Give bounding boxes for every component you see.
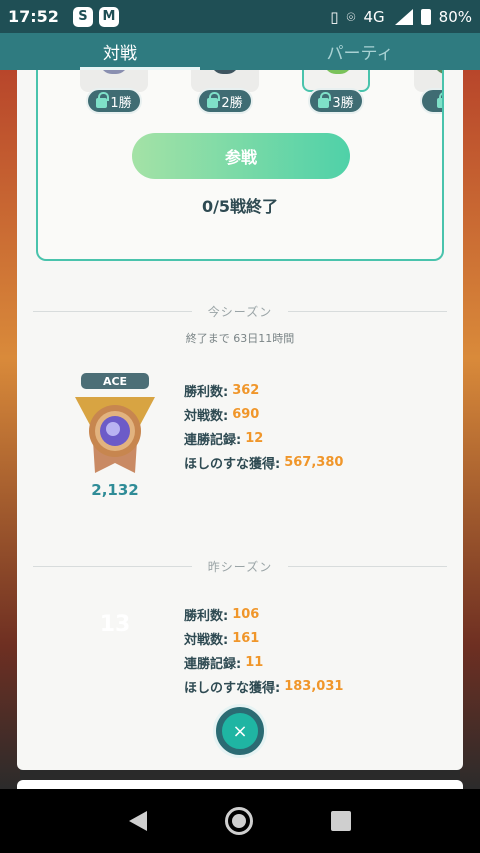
stat-label: ほしのすな獲得: <box>184 680 281 696</box>
clock: 17:52 <box>8 7 59 26</box>
stat-value: 690 <box>232 406 260 422</box>
recent-apps-icon[interactable] <box>331 811 351 831</box>
lock-icon <box>318 92 332 108</box>
location-icon: ⌾ <box>346 7 356 26</box>
current-season-header: 今シーズン <box>33 301 447 321</box>
status-indicators: ▯ ⌾ 4G 80% <box>330 8 472 26</box>
divider <box>288 310 447 312</box>
stat-row: 対戦数: 690 <box>184 402 343 426</box>
close-button[interactable]: × <box>213 704 267 758</box>
system-nav-bar <box>0 789 480 853</box>
last-season-stats: 勝利数: 106 対戦数: 161 連勝記録: 11 ほしのすな獲得: 183,031 <box>184 602 343 698</box>
back-icon[interactable] <box>129 811 147 831</box>
stat-row: 対戦数: 161 <box>184 626 343 650</box>
reward-label: 1勝 <box>110 95 132 111</box>
divider <box>33 310 192 312</box>
stat-value: 12 <box>245 430 264 446</box>
battery-percent: 80% <box>438 7 472 26</box>
stat-label: ほしのすな獲得: <box>184 456 281 472</box>
section-title: 昨シーズン <box>207 559 273 574</box>
current-season-stats: 勝利数: 362 対戦数: 690 連勝記録: 12 ほしのすな獲得: 567,380 <box>184 378 343 474</box>
reward-item[interactable]: 4 <box>408 70 442 116</box>
stat-value: 11 <box>245 654 264 670</box>
rank-tier-badge: ACE <box>81 373 149 389</box>
stat-value: 161 <box>232 630 260 646</box>
stat-label: 対戦数: <box>184 408 229 424</box>
last-season-header: 昨シーズン <box>33 556 447 576</box>
last-rank-number: 13 <box>99 612 131 637</box>
reward-item-selected[interactable]: 3勝 <box>296 70 376 116</box>
tab-bar: 対戦 パーティ <box>0 33 480 70</box>
stat-row: 勝利数: 362 <box>184 378 343 402</box>
stat-label: 勝利数: <box>184 608 229 624</box>
reward-item[interactable]: 1勝 <box>74 70 154 116</box>
last-season-rank[interactable]: 13 <box>67 600 167 660</box>
divider <box>33 565 192 567</box>
stat-row: 勝利数: 106 <box>184 602 343 626</box>
stat-value: 106 <box>232 606 260 622</box>
lock-icon <box>207 92 221 108</box>
current-rank[interactable]: ACE 2,132 <box>67 373 167 503</box>
reward-label: 3勝 <box>332 95 354 111</box>
stat-label: 連勝記録: <box>184 656 242 672</box>
stat-label: 対戦数: <box>184 632 229 648</box>
reward-lock-pill: 4 <box>420 88 442 114</box>
battle-progress: 0/5戦終了 <box>201 197 279 216</box>
stat-row: 連勝記録: 11 <box>184 650 343 674</box>
tab-battle[interactable]: 対戦 <box>0 33 240 70</box>
background-art-right <box>460 70 480 790</box>
stat-label: 勝利数: <box>184 384 229 400</box>
season-time-left: 終了まで 63日11時間 <box>185 332 295 345</box>
lock-icon <box>436 92 442 108</box>
close-icon: × <box>220 711 260 751</box>
stat-value: 183,031 <box>284 678 344 694</box>
stat-row: ほしのすな獲得: 567,380 <box>184 450 343 474</box>
rank-medal-icon <box>75 397 155 473</box>
shield-app-icon: M <box>98 6 119 27</box>
stat-label: 連勝記録: <box>184 432 242 448</box>
rating-value: 2,132 <box>91 481 139 499</box>
battle-league-panel[interactable]: 1勝 2勝 3勝 4 参戦 0/5戦終了 <box>17 70 463 770</box>
s-app-icon: S <box>72 6 93 27</box>
join-battle-button[interactable]: 参戦 <box>132 133 350 179</box>
divider <box>288 565 447 567</box>
rewards-card: 1勝 2勝 3勝 4 参戦 0/5戦終了 <box>36 70 444 261</box>
section-title: 今シーズン <box>207 304 273 319</box>
signal-icon <box>393 8 413 25</box>
tab-party[interactable]: パーティ <box>240 33 480 70</box>
status-bar: 17:52 S M ▯ ⌾ 4G 80% <box>0 0 480 33</box>
stat-row: ほしのすな獲得: 183,031 <box>184 674 343 698</box>
vibrate-icon: ▯ <box>330 7 339 26</box>
stat-value: 567,380 <box>284 454 344 470</box>
stat-value: 362 <box>232 382 260 398</box>
lock-icon <box>96 92 110 108</box>
reward-lock-pill: 1勝 <box>86 88 142 114</box>
reward-label: 2勝 <box>221 95 243 111</box>
home-icon[interactable] <box>225 807 253 835</box>
reward-lock-pill: 3勝 <box>308 88 364 114</box>
reward-item[interactable]: 2勝 <box>185 70 265 116</box>
battery-icon <box>420 8 431 25</box>
stat-row: 連勝記録: 12 <box>184 426 343 450</box>
reward-lock-pill: 2勝 <box>197 88 253 114</box>
network-type: 4G <box>363 7 385 26</box>
